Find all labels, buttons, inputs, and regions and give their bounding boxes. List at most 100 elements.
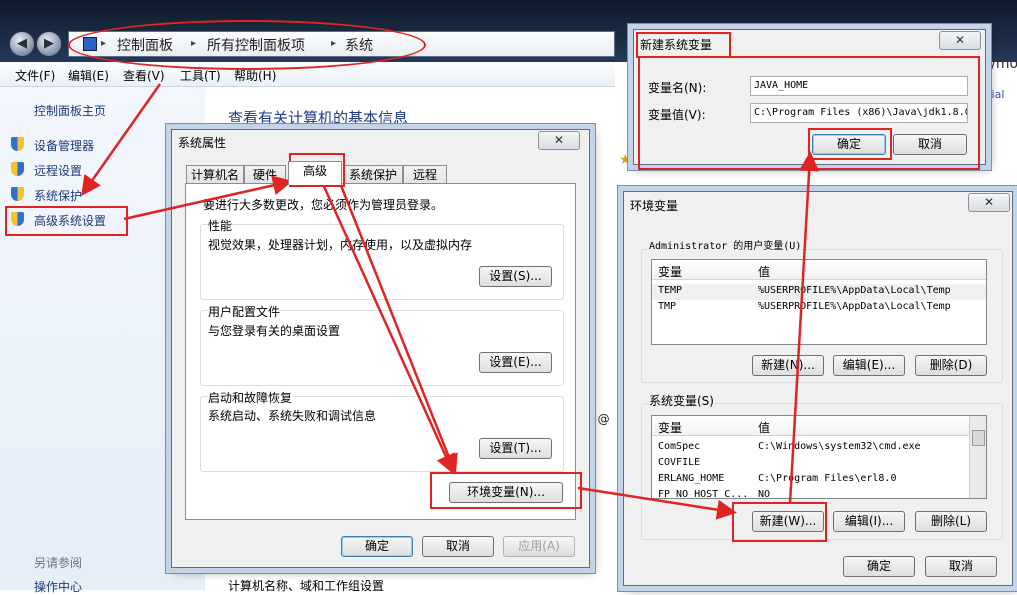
- row-val: %USERPROFILE%\AppData\Local\Temp: [758, 301, 951, 312]
- close-button[interactable]: ✕: [939, 31, 981, 50]
- system-edit-button[interactable]: 编辑(I)...: [833, 511, 905, 532]
- user-profile-settings-button[interactable]: 设置(E)...: [479, 352, 552, 373]
- table-row[interactable]: ERLANG_HOME C:\Program Files\erl8.0: [652, 472, 986, 488]
- cancel-button[interactable]: 取消: [893, 134, 967, 155]
- table-row[interactable]: COVFILE: [652, 456, 986, 472]
- remote-settings-link[interactable]: 远程设置: [34, 162, 82, 179]
- close-button[interactable]: ✕: [968, 193, 1010, 212]
- control-panel-home-link[interactable]: 控制面板主页: [34, 102, 106, 119]
- performance-settings-button[interactable]: 设置(S)...: [479, 266, 552, 287]
- row-var: ComSpec: [658, 441, 701, 452]
- table-header: 变量 值: [652, 416, 986, 436]
- startup-recovery-desc: 系统启动、系统失败和调试信息: [208, 409, 377, 423]
- row-val: C:\Windows\system32\cmd.exe: [758, 441, 921, 452]
- address-bar[interactable]: ▸ 控制面板 ▸ 所有控制面板项 ▸ 系统: [68, 31, 615, 57]
- background-text: rial: [987, 88, 1005, 101]
- row-val: NO: [758, 489, 771, 499]
- user-delete-button[interactable]: 删除(D): [915, 355, 987, 376]
- chevron-icon: ▸: [331, 38, 337, 49]
- tab-computer-name[interactable]: 计算机名: [186, 165, 244, 184]
- user-profile-label: 用户配置文件: [208, 303, 281, 320]
- user-profile-desc: 与您登录有关的桌面设置: [208, 324, 341, 338]
- environment-variables-button[interactable]: 环境变量(N)...: [449, 482, 563, 503]
- environment-variables-dialog: 环境变量 ✕ Administrator 的用户变量(U) 变量 值 TEMP …: [623, 191, 1013, 586]
- table-row[interactable]: TMP %USERPROFILE%\AppData\Local\Temp: [652, 300, 986, 316]
- system-variables-label: 系统变量(S): [649, 392, 714, 409]
- row-var: TEMP: [658, 285, 683, 296]
- computer-name-heading: 计算机名称、域和工作组设置: [228, 579, 385, 593]
- shield-icon: [11, 187, 24, 201]
- row-var: TMP: [658, 301, 677, 312]
- menu-edit[interactable]: 编辑(E): [68, 67, 109, 84]
- tab-system-protection[interactable]: 系统保护: [343, 165, 403, 184]
- system-protection-link[interactable]: 系统保护: [34, 187, 82, 204]
- close-button[interactable]: ✕: [538, 131, 580, 150]
- startup-recovery-label: 启动和故障恢复: [208, 389, 293, 406]
- user-variables-label: Administrator 的用户变量(U): [649, 237, 802, 252]
- menu-help[interactable]: 帮助(H): [234, 67, 276, 84]
- breadcrumb-system[interactable]: 系统: [345, 35, 373, 55]
- system-properties-dialog: 系统属性 ✕ 计算机名 硬件 高级 系统保护 远程 要进行大多数更改，您必须作为…: [171, 129, 590, 568]
- shield-icon: [11, 212, 24, 226]
- user-new-button[interactable]: 新建(N)...: [752, 355, 824, 376]
- column-variable: 变量: [658, 265, 683, 279]
- shield-icon: [11, 137, 24, 151]
- startup-recovery-settings-button[interactable]: 设置(T)...: [479, 438, 552, 459]
- tab-hardware[interactable]: 硬件: [244, 165, 286, 184]
- breadcrumb-control-panel[interactable]: 控制面板: [117, 35, 173, 55]
- row-val: %USERPROFILE%\AppData\Local\Temp: [758, 285, 951, 296]
- forward-button[interactable]: ▶: [36, 31, 62, 57]
- user-variables-table[interactable]: 变量 值 TEMP %USERPROFILE%\AppData\Local\Te…: [651, 259, 987, 345]
- ok-button[interactable]: 确定: [843, 556, 915, 577]
- menu-view[interactable]: 查看(V): [123, 67, 165, 84]
- dialog-title: 环境变量: [630, 199, 679, 213]
- table-row[interactable]: TEMP %USERPROFILE%\AppData\Local\Temp: [652, 284, 986, 300]
- ok-button[interactable]: 确定: [341, 536, 413, 557]
- ok-button[interactable]: 确定: [812, 134, 886, 155]
- admin-note: 要进行大多数更改，您必须作为管理员登录。: [203, 198, 444, 212]
- dialog-title: 新建系统变量: [640, 38, 713, 52]
- back-button[interactable]: ◀: [9, 31, 35, 57]
- scrollbar[interactable]: [969, 416, 986, 498]
- tab-remote[interactable]: 远程: [403, 165, 447, 184]
- see-also-heading: 另请参阅: [34, 556, 83, 570]
- column-value: 值: [758, 421, 771, 435]
- tab-advanced[interactable]: 高级: [288, 161, 342, 185]
- system-delete-button[interactable]: 删除(L): [915, 511, 987, 532]
- row-var: FP_NO_HOST_C...: [658, 489, 749, 499]
- system-variables-table[interactable]: 变量 值 ComSpec C:\Windows\system32\cmd.exe…: [651, 415, 987, 499]
- variable-value-input[interactable]: C:\Program Files (x86)\Java\jdk1.8.0: [750, 103, 968, 123]
- table-row[interactable]: FP_NO_HOST_C... NO: [652, 488, 986, 499]
- menu-bar: 文件(F) 编辑(E) 查看(V) 工具(T) 帮助(H): [0, 62, 615, 87]
- table-row[interactable]: ComSpec C:\Windows\system32\cmd.exe: [652, 440, 986, 456]
- cancel-button[interactable]: 取消: [422, 536, 494, 557]
- performance-label: 性能: [208, 217, 233, 234]
- menu-file[interactable]: 文件(F): [15, 67, 55, 84]
- cancel-button[interactable]: 取消: [925, 556, 997, 577]
- device-manager-link[interactable]: 设备管理器: [34, 137, 94, 154]
- page-title: 查看有关计算机的基本信息: [228, 109, 409, 127]
- chevron-icon: ▸: [101, 38, 107, 49]
- new-system-variable-dialog: 新建系统变量 ✕ 变量名(N): JAVA_HOME 变量值(V): C:\Pr…: [633, 29, 986, 165]
- apply-button[interactable]: 应用(A): [503, 536, 575, 557]
- row-val: C:\Program Files\erl8.0: [758, 473, 897, 484]
- dialog-title: 系统属性: [178, 136, 227, 150]
- scrollbar-thumb[interactable]: [972, 430, 985, 446]
- advanced-system-settings-link[interactable]: 高级系统设置: [34, 212, 106, 229]
- variable-value-label: 变量值(V):: [648, 108, 706, 122]
- column-value: 值: [758, 265, 771, 279]
- breadcrumb-all-items[interactable]: 所有控制面板项: [207, 35, 305, 55]
- chevron-icon: ▸: [191, 38, 197, 49]
- user-edit-button[interactable]: 编辑(E)...: [833, 355, 905, 376]
- variable-name-input[interactable]: JAVA_HOME: [750, 76, 968, 96]
- performance-desc: 视觉效果，处理器计划，内存使用，以及虚拟内存: [208, 238, 473, 252]
- row-var: COVFILE: [658, 457, 701, 468]
- row-var: ERLANG_HOME: [658, 473, 725, 484]
- table-header: 变量 值: [652, 260, 986, 280]
- action-center-link[interactable]: 操作中心: [34, 578, 82, 595]
- menu-tools[interactable]: 工具(T): [180, 67, 221, 84]
- variable-name-label: 变量名(N):: [648, 81, 707, 95]
- control-panel-icon: [83, 37, 97, 51]
- system-new-button[interactable]: 新建(W)...: [752, 511, 824, 532]
- tab-panel-advanced: 要进行大多数更改，您必须作为管理员登录。 性能 视觉效果，处理器计划，内存使用，…: [185, 183, 576, 520]
